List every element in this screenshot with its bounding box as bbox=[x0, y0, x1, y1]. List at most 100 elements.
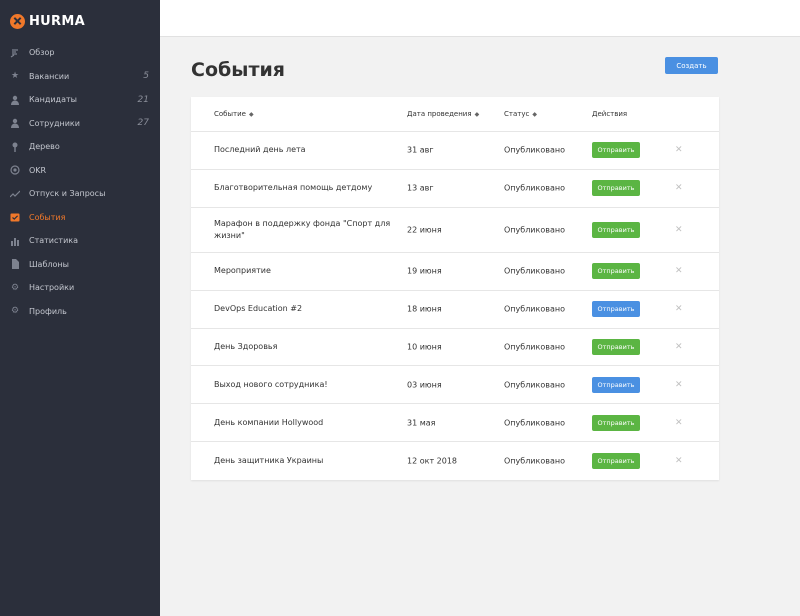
sidebar-item-count: 21 bbox=[137, 94, 149, 105]
column-header-label: Действия bbox=[592, 110, 628, 118]
sidebar-item-label: Вакансии bbox=[29, 71, 70, 81]
event-name[interactable]: Последний день лета bbox=[214, 144, 394, 156]
sidebar-nav: Обзор ★ Вакансии 5 Кандидаты 21 Сотрудни… bbox=[0, 41, 160, 323]
send-button[interactable]: Отправить bbox=[592, 376, 640, 393]
table-row[interactable]: Выход нового сотрудника! 03 июня Опублик… bbox=[191, 366, 719, 405]
event-status: Опубликовано bbox=[504, 183, 565, 193]
create-button[interactable]: Создать bbox=[665, 57, 718, 74]
sidebar-item-label: Профиль bbox=[29, 306, 67, 316]
event-date: 22 июня bbox=[407, 225, 442, 235]
logo[interactable]: HURMA bbox=[10, 12, 85, 30]
column-header-status[interactable]: Статус ◆ bbox=[504, 110, 537, 118]
sidebar: HURMA Обзор ★ Вакансии 5 Кандидаты 21 Со bbox=[0, 0, 160, 616]
event-date: 31 авг bbox=[407, 145, 434, 155]
close-icon[interactable]: ✕ bbox=[675, 145, 683, 155]
sidebar-item-vacation-requests[interactable]: Отпуск и Запросы bbox=[0, 182, 160, 206]
event-status: Опубликовано bbox=[504, 342, 565, 352]
event-date: 10 июня bbox=[407, 342, 442, 352]
event-status: Опубликовано bbox=[504, 418, 565, 428]
column-header-date[interactable]: Дата проведения ◆ bbox=[407, 110, 479, 118]
sidebar-item-count: 5 bbox=[143, 71, 149, 82]
table-row[interactable]: Последний день лета 31 авг Опубликовано … bbox=[191, 132, 719, 170]
event-name[interactable]: Марафон в поддержку фонда "Спорт для жиз… bbox=[214, 218, 394, 242]
event-status: Опубликовано bbox=[504, 266, 565, 276]
close-icon[interactable]: ✕ bbox=[675, 418, 683, 428]
template-icon bbox=[10, 259, 20, 270]
event-date: 31 мая bbox=[407, 418, 436, 428]
sort-icon: ◆ bbox=[474, 111, 480, 118]
sidebar-item-statistics[interactable]: Статистика bbox=[0, 229, 160, 253]
sidebar-item-employees[interactable]: Сотрудники 27 bbox=[0, 112, 160, 136]
target-icon bbox=[10, 165, 20, 175]
column-header-actions: Действия bbox=[592, 110, 627, 118]
table-row[interactable]: DevOps Education #2 18 июня Опубликовано… bbox=[191, 291, 719, 329]
sidebar-item-candidates[interactable]: Кандидаты 21 bbox=[0, 88, 160, 112]
close-icon[interactable]: ✕ bbox=[675, 380, 683, 390]
column-header-event[interactable]: Событие ◆ bbox=[214, 110, 254, 118]
sort-icon: ◆ bbox=[248, 111, 254, 118]
event-name[interactable]: День Здоровья bbox=[214, 341, 394, 353]
table-row[interactable]: День компании Hollywood 31 мая Опубликов… bbox=[191, 404, 719, 443]
column-header-label: Статус bbox=[504, 110, 530, 118]
sidebar-item-label: Статистика bbox=[29, 236, 78, 246]
close-icon[interactable]: ✕ bbox=[675, 304, 683, 314]
event-name[interactable]: Выход нового сотрудника! bbox=[214, 379, 394, 391]
bar-chart-icon bbox=[10, 236, 20, 246]
sidebar-item-vacancies[interactable]: ★ Вакансии 5 bbox=[0, 65, 160, 89]
send-button[interactable]: Отправить bbox=[592, 339, 640, 356]
table-row[interactable]: Марафон в поддержку фонда "Спорт для жиз… bbox=[191, 208, 719, 254]
close-icon[interactable]: ✕ bbox=[675, 342, 683, 352]
close-icon[interactable]: ✕ bbox=[675, 225, 683, 235]
table-row[interactable]: Благотворительная помощь детдому 13 авг … bbox=[191, 170, 719, 208]
event-status: Опубликовано bbox=[504, 380, 565, 390]
event-date: 19 июня bbox=[407, 266, 442, 276]
sidebar-item-events[interactable]: События bbox=[0, 206, 160, 230]
send-button[interactable]: Отправить bbox=[592, 221, 640, 238]
event-name[interactable]: Мероприятие bbox=[214, 265, 394, 277]
close-icon[interactable]: ✕ bbox=[675, 266, 683, 276]
send-button[interactable]: Отправить bbox=[592, 414, 640, 431]
send-button[interactable]: Отправить bbox=[592, 263, 640, 280]
sidebar-item-label: Обзор bbox=[29, 48, 55, 58]
hurma-logo-icon bbox=[10, 13, 25, 29]
gear-icon: ⚙ bbox=[10, 282, 20, 293]
sort-icon: ◆ bbox=[532, 111, 537, 118]
event-date: 13 авг bbox=[407, 183, 434, 193]
sidebar-item-label: OKR bbox=[29, 165, 47, 175]
sidebar-item-templates[interactable]: Шаблоны bbox=[0, 253, 160, 277]
event-name[interactable]: День защитника Украины bbox=[214, 455, 394, 467]
sidebar-item-label: Шаблоны bbox=[29, 259, 69, 269]
column-header-label: Событие bbox=[214, 110, 246, 118]
sidebar-item-settings[interactable]: ⚙ Настройки bbox=[0, 276, 160, 300]
star-icon: ★ bbox=[10, 71, 20, 82]
user-icon bbox=[10, 118, 20, 129]
sidebar-item-count: 27 bbox=[137, 118, 149, 129]
event-name[interactable]: DevOps Education #2 bbox=[214, 303, 394, 315]
sidebar-item-okr[interactable]: OKR bbox=[0, 159, 160, 183]
top-bar bbox=[160, 0, 800, 37]
sidebar-item-profile[interactable]: ⚙ Профиль bbox=[0, 300, 160, 324]
table-row[interactable]: День защитника Украины 12 окт 2018 Опубл… bbox=[191, 442, 719, 480]
sidebar-item-label: Кандидаты bbox=[29, 95, 77, 105]
send-button[interactable]: Отправить bbox=[592, 142, 640, 159]
sidebar-item-tree[interactable]: Дерево bbox=[0, 135, 160, 159]
send-button[interactable]: Отправить bbox=[592, 452, 640, 469]
sidebar-item-overview[interactable]: Обзор bbox=[0, 41, 160, 65]
calendar-check-icon bbox=[10, 212, 20, 222]
send-button[interactable]: Отправить bbox=[592, 180, 640, 197]
close-icon[interactable]: ✕ bbox=[675, 183, 683, 193]
column-header-label: Дата проведения bbox=[407, 110, 472, 118]
table-row[interactable]: День Здоровья 10 июня Опубликовано Отпра… bbox=[191, 329, 719, 367]
overview-icon bbox=[10, 48, 20, 58]
event-date: 18 июня bbox=[407, 304, 442, 314]
profile-icon: ⚙ bbox=[10, 306, 20, 317]
event-status: Опубликовано bbox=[504, 304, 565, 314]
table-row[interactable]: Мероприятие 19 июня Опубликовано Отправи… bbox=[191, 253, 719, 291]
event-date: 12 окт 2018 bbox=[407, 456, 458, 466]
event-name[interactable]: День компании Hollywood bbox=[214, 417, 394, 429]
close-icon[interactable]: ✕ bbox=[675, 456, 683, 466]
send-button[interactable]: Отправить bbox=[592, 301, 640, 318]
event-status: Опубликовано bbox=[504, 456, 565, 466]
event-name[interactable]: Благотворительная помощь детдому bbox=[214, 182, 394, 194]
table-header: Событие ◆ Дата проведения ◆ Статус ◆ Действ… bbox=[191, 97, 719, 132]
